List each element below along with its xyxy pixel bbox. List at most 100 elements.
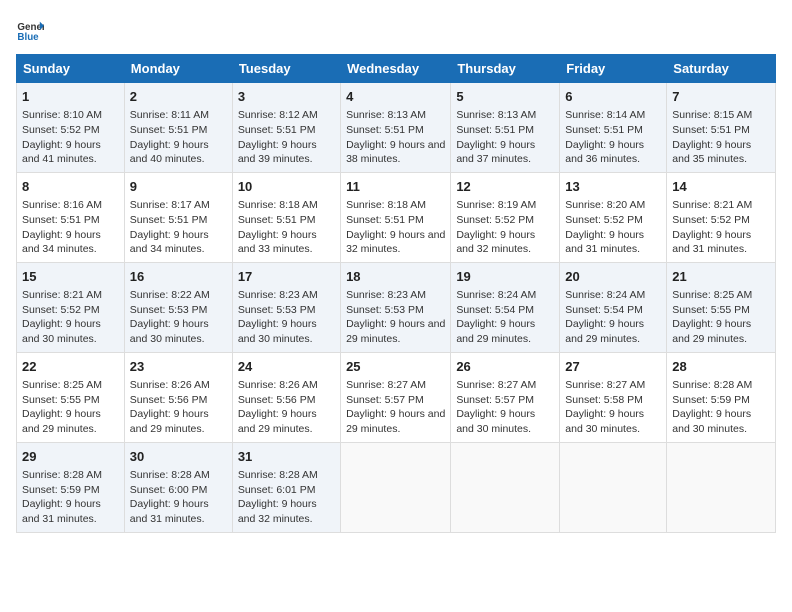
sunrise-text: Sunrise: 8:24 AM: [456, 289, 536, 301]
daylight-text: Daylight: 9 hours and 31 minutes.: [672, 229, 751, 256]
sunset-text: Sunset: 5:51 PM: [346, 124, 424, 136]
day-number: 23: [130, 358, 227, 376]
day-number: 18: [346, 268, 445, 286]
sunrise-text: Sunrise: 8:21 AM: [22, 289, 102, 301]
day-number: 9: [130, 178, 227, 196]
daylight-text: Daylight: 9 hours and 37 minutes.: [456, 139, 535, 166]
day-number: 21: [672, 268, 770, 286]
daylight-text: Daylight: 9 hours and 39 minutes.: [238, 139, 317, 166]
sunset-text: Sunset: 5:59 PM: [22, 484, 100, 496]
daylight-text: Daylight: 9 hours and 29 minutes.: [22, 408, 101, 435]
day-number: 15: [22, 268, 119, 286]
sunset-text: Sunset: 5:56 PM: [238, 394, 316, 406]
header-wednesday: Wednesday: [341, 55, 451, 83]
sunset-text: Sunset: 5:59 PM: [672, 394, 750, 406]
sunset-text: Sunset: 5:51 PM: [238, 214, 316, 226]
sunrise-text: Sunrise: 8:10 AM: [22, 109, 102, 121]
daylight-text: Daylight: 9 hours and 29 minutes.: [346, 408, 445, 435]
calendar-cell: 7 Sunrise: 8:15 AM Sunset: 5:51 PM Daylight…: [667, 83, 776, 173]
daylight-text: Daylight: 9 hours and 32 minutes.: [346, 229, 445, 256]
sunrise-text: Sunrise: 8:26 AM: [238, 379, 318, 391]
sunrise-text: Sunrise: 8:14 AM: [565, 109, 645, 121]
sunrise-text: Sunrise: 8:27 AM: [456, 379, 536, 391]
sunset-text: Sunset: 5:53 PM: [346, 304, 424, 316]
day-number: 7: [672, 88, 770, 106]
sunrise-text: Sunrise: 8:15 AM: [672, 109, 752, 121]
calendar-cell: 28Sunrise: 8:28 AMSunset: 5:59 PMDayligh…: [667, 352, 776, 442]
daylight-text: Daylight: 9 hours and 34 minutes.: [22, 229, 101, 256]
calendar-cell: 12Sunrise: 8:19 AMSunset: 5:52 PMDayligh…: [451, 172, 560, 262]
calendar-cell: 4Sunrise: 8:13 AMSunset: 5:51 PMDaylight…: [341, 83, 451, 173]
calendar-cell: [451, 442, 560, 532]
header-saturday: Saturday: [667, 55, 776, 83]
calendar-cell: 5Sunrise: 8:13 AMSunset: 5:51 PMDaylight…: [451, 83, 560, 173]
sunrise-text: Sunrise: 8:13 AM: [456, 109, 536, 121]
calendar-week-5: 29Sunrise: 8:28 AMSunset: 5:59 PMDayligh…: [17, 442, 776, 532]
sunset-text: Sunset: 5:52 PM: [22, 124, 100, 136]
daylight-text: Daylight: 9 hours and 30 minutes.: [130, 318, 209, 345]
sunrise-text: Sunrise: 8:28 AM: [238, 469, 318, 481]
sunrise-text: Sunrise: 8:28 AM: [130, 469, 210, 481]
day-number: 3: [238, 88, 335, 106]
calendar-cell: 9Sunrise: 8:17 AMSunset: 5:51 PMDaylight…: [124, 172, 232, 262]
calendar-cell: 10Sunrise: 8:18 AMSunset: 5:51 PMDayligh…: [232, 172, 340, 262]
sunrise-text: Sunrise: 8:18 AM: [238, 199, 318, 211]
calendar-cell: 18Sunrise: 8:23 AMSunset: 5:53 PMDayligh…: [341, 262, 451, 352]
day-number: 26: [456, 358, 554, 376]
calendar-cell: 26 Sunrise: 8:27 AM Sunset: 5:57 PM Dayligh…: [451, 352, 560, 442]
sunset-text: Sunset: 5:55 PM: [672, 304, 750, 316]
sunrise-text: Sunrise: 8:21 AM: [672, 199, 752, 211]
daylight-text: Daylight: 9 hours and 30 minutes.: [672, 408, 751, 435]
calendar-week-3: 15 Sunrise: 8:21 AM Sunset: 5:52 PM Dayligh…: [17, 262, 776, 352]
sunset-text: Sunset: 5:52 PM: [22, 304, 100, 316]
daylight-text: Daylight: 9 hours and 34 minutes.: [130, 229, 209, 256]
daylight-text: Daylight: 9 hours and 41 minutes.: [22, 139, 101, 166]
daylight-text: Daylight: 9 hours and 31 minutes.: [565, 229, 644, 256]
daylight-text: Daylight: 9 hours and 29 minutes.: [565, 318, 644, 345]
daylight-text: Daylight: 9 hours and 29 minutes.: [130, 408, 209, 435]
daylight-text: Daylight: 9 hours and 40 minutes.: [130, 139, 209, 166]
calendar-week-1: 1Sunrise: 8:10 AMSunset: 5:52 PMDaylight…: [17, 83, 776, 173]
daylight-text: Daylight: 9 hours and 35 minutes.: [672, 139, 751, 166]
day-number: 28: [672, 358, 770, 376]
daylight-text: Daylight: 9 hours and 30 minutes.: [238, 318, 317, 345]
day-number: 22: [22, 358, 119, 376]
sunset-text: Sunset: 5:51 PM: [672, 124, 750, 136]
header-sunday: Sunday: [17, 55, 125, 83]
day-number: 25: [346, 358, 445, 376]
sunrise-text: Sunrise: 8:11 AM: [130, 109, 209, 121]
calendar-cell: 29Sunrise: 8:28 AMSunset: 5:59 PMDayligh…: [17, 442, 125, 532]
sunrise-text: Sunrise: 8:27 AM: [346, 379, 426, 391]
calendar-cell: 17Sunrise: 8:23 AMSunset: 5:53 PMDayligh…: [232, 262, 340, 352]
calendar-cell: 8Sunrise: 8:16 AMSunset: 5:51 PMDaylight…: [17, 172, 125, 262]
svg-text:Blue: Blue: [17, 32, 39, 43]
day-number: 24: [238, 358, 335, 376]
daylight-text: Daylight: 9 hours and 32 minutes.: [456, 229, 535, 256]
sunset-text: Sunset: 5:54 PM: [565, 304, 643, 316]
sunset-text: Sunset: 5:51 PM: [456, 124, 534, 136]
daylight-text: Daylight: 9 hours and 36 minutes.: [565, 139, 644, 166]
calendar-cell: 23Sunrise: 8:26 AMSunset: 5:56 PMDayligh…: [124, 352, 232, 442]
sunset-text: Sunset: 5:52 PM: [672, 214, 750, 226]
daylight-text: Daylight: 9 hours and 33 minutes.: [238, 229, 317, 256]
sunset-text: Sunset: 5:55 PM: [22, 394, 100, 406]
header-monday: Monday: [124, 55, 232, 83]
calendar-cell: 30Sunrise: 8:28 AMSunset: 6:00 PMDayligh…: [124, 442, 232, 532]
day-number: 27: [565, 358, 661, 376]
sunset-text: Sunset: 5:57 PM: [456, 394, 534, 406]
sunrise-text: Sunrise: 8:23 AM: [238, 289, 318, 301]
daylight-text: Daylight: 9 hours and 29 minutes.: [672, 318, 751, 345]
header-tuesday: Tuesday: [232, 55, 340, 83]
header-thursday: Thursday: [451, 55, 560, 83]
calendar-cell: 2Sunrise: 8:11 AMSunset: 5:51 PMDaylight…: [124, 83, 232, 173]
sunrise-text: Sunrise: 8:24 AM: [565, 289, 645, 301]
sunrise-text: Sunrise: 8:25 AM: [22, 379, 102, 391]
sunset-text: Sunset: 5:53 PM: [130, 304, 208, 316]
sunset-text: Sunset: 5:51 PM: [130, 124, 208, 136]
daylight-text: Daylight: 9 hours and 30 minutes.: [565, 408, 644, 435]
day-number: 31: [238, 448, 335, 466]
day-number: 17: [238, 268, 335, 286]
daylight-text: Daylight: 9 hours and 30 minutes.: [456, 408, 535, 435]
calendar-cell: 19Sunrise: 8:24 AMSunset: 5:54 PMDayligh…: [451, 262, 560, 352]
day-number: 20: [565, 268, 661, 286]
